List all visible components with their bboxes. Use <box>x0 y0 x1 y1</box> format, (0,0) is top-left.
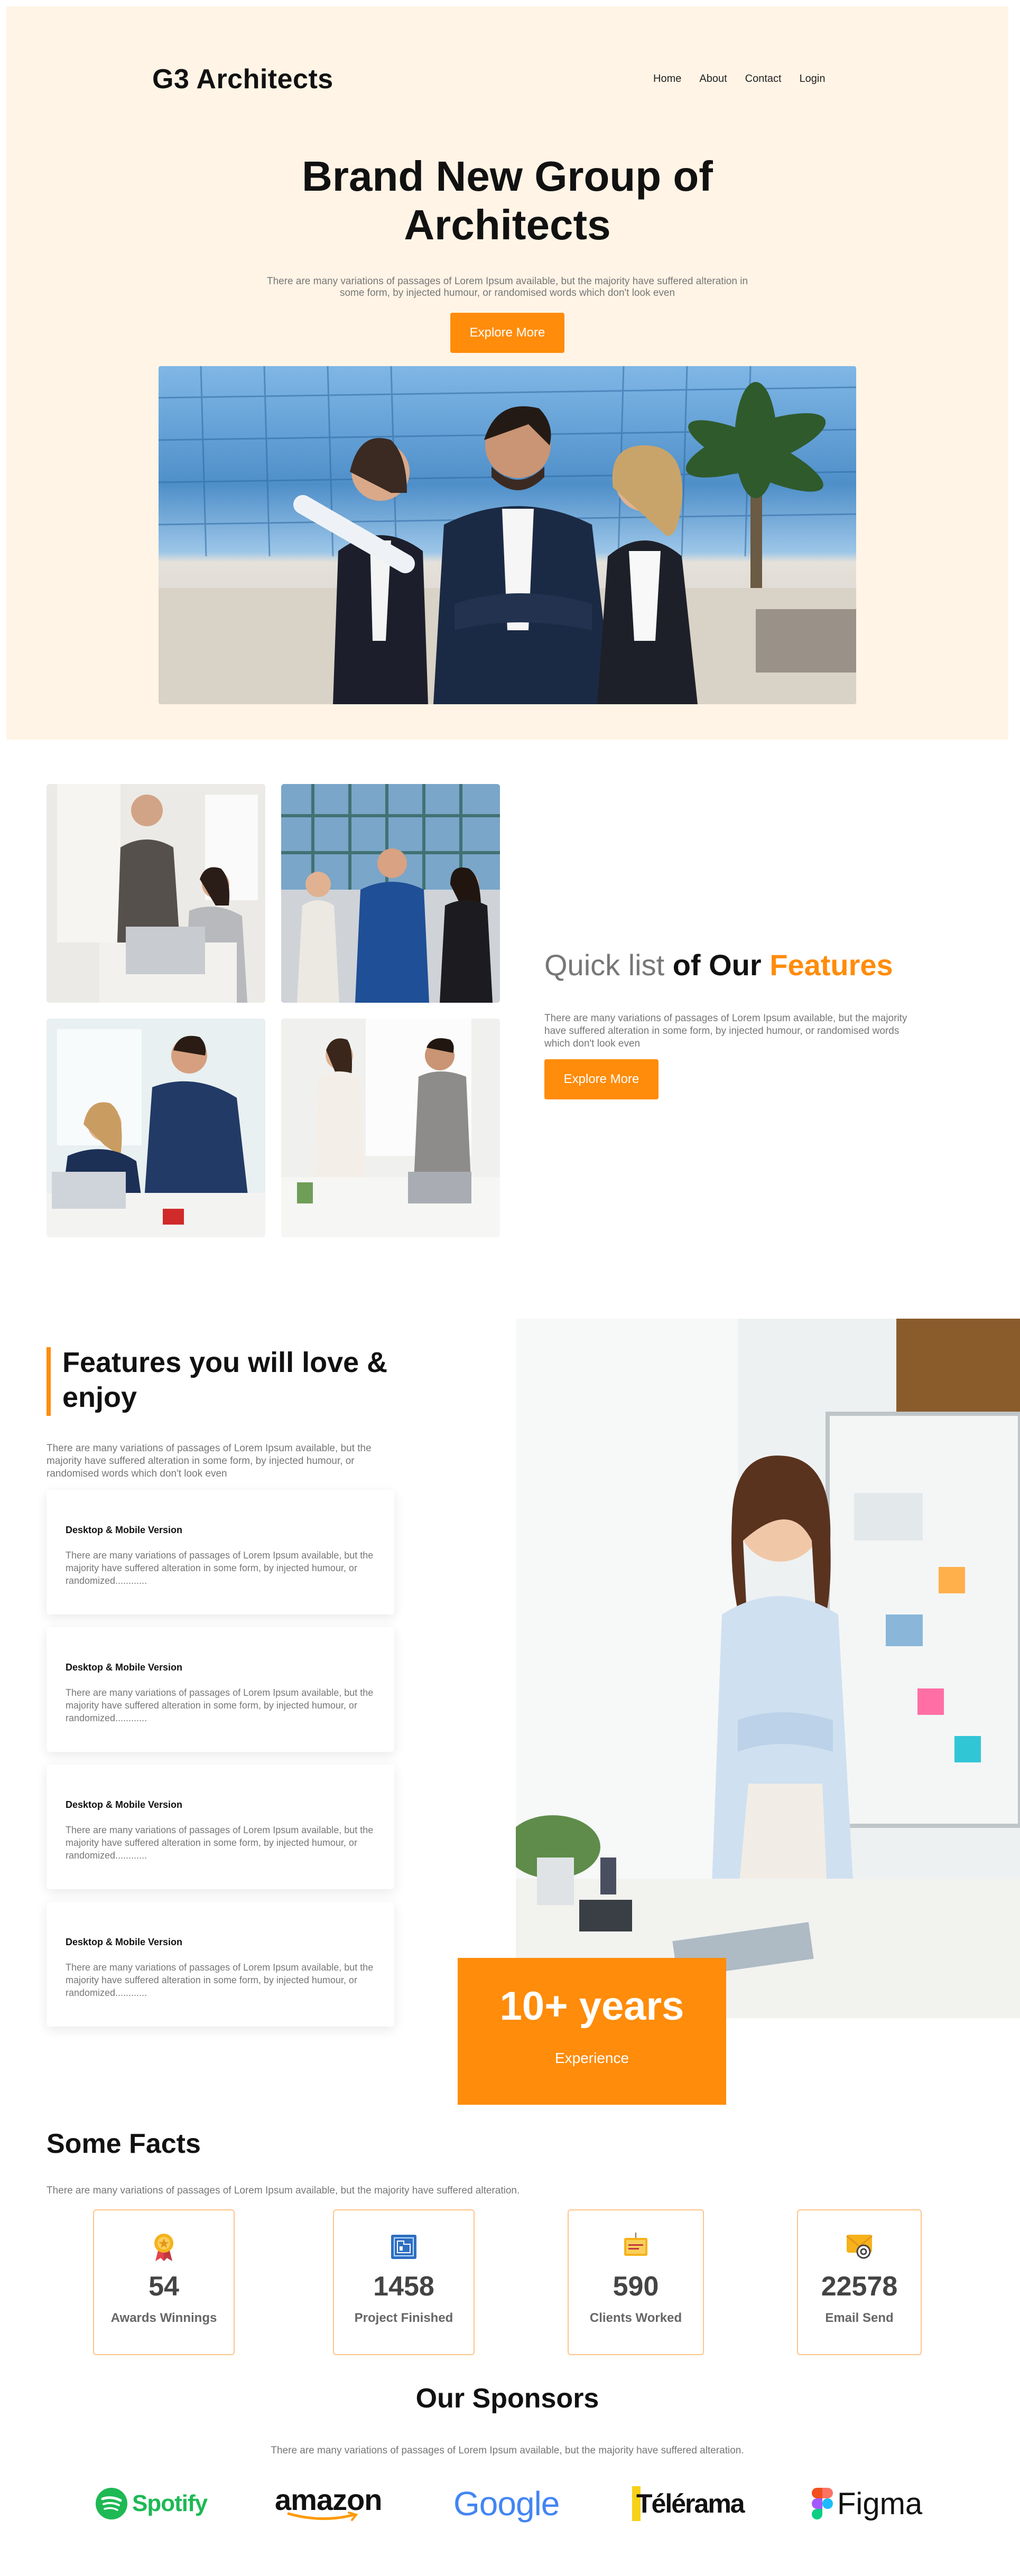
sponsor-name: Spotify <box>132 2490 208 2516</box>
fact-number: 22578 <box>821 2271 898 2302</box>
fact-card-awards: 54 Awards Winnings <box>93 2209 235 2355</box>
feature-card-text: There are many variations of passages of… <box>66 1550 374 1586</box>
feature-card[interactable]: Desktop & Mobile Version There are many … <box>47 1627 394 1752</box>
hero-title-line2: Architects <box>404 201 611 248</box>
facts-title: Some Facts <box>47 2129 201 2159</box>
features-woman-image <box>516 1319 1020 2018</box>
quick-explore-button[interactable]: Explore More <box>544 1059 659 1099</box>
sponsors-subtitle: There are many variations of passages of… <box>271 2445 744 2456</box>
features-subtitle: There are many variations of passages of… <box>47 1443 372 1479</box>
quick-title-part-a: Quick list <box>544 948 673 982</box>
nav-login[interactable]: Login <box>800 73 826 85</box>
quick-list-subtitle: There are many variations of passages of… <box>544 1013 907 1049</box>
amazon-smile-icon <box>287 2512 358 2521</box>
nav-about[interactable]: About <box>699 73 727 85</box>
photo-team-outdoors <box>281 784 500 1003</box>
experience-label: Experience <box>554 2050 629 2066</box>
fact-card-clients: 590 Clients Worked <box>568 2209 704 2355</box>
sponsor-name: Google <box>453 2485 560 2523</box>
sponsor-logo-spotify[interactable]: Spotify <box>95 2480 208 2527</box>
sponsor-logo-figma[interactable]: Figma <box>812 2480 922 2527</box>
feature-card-title: Desktop & Mobile Version <box>66 1525 183 1535</box>
fact-label: Clients Worked <box>589 2311 682 2325</box>
feature-card[interactable]: Desktop & Mobile Version There are many … <box>47 1902 394 2027</box>
brand-logo[interactable]: G3 Architects <box>152 63 333 95</box>
sponsors-title: Our Sponsors <box>415 2383 599 2414</box>
features-title: Features you will love & enjoy <box>62 1347 388 1413</box>
sponsor-name: amazon <box>275 2483 382 2516</box>
feature-card-title: Desktop & Mobile Version <box>66 1662 183 1673</box>
feature-card-text: There are many variations of passages of… <box>66 1687 374 1723</box>
feature-card[interactable]: Desktop & Mobile Version There are many … <box>47 1490 394 1614</box>
email-icon <box>843 2230 875 2262</box>
feature-card-text: There are many variations of passages of… <box>66 1825 374 1861</box>
clients-sign-icon <box>620 2230 652 2262</box>
feature-card[interactable]: Desktop & Mobile Version There are many … <box>47 1765 394 1889</box>
feature-card-text: There are many variations of passages of… <box>66 1962 374 1998</box>
hero-title-line1: Brand New Group of <box>302 153 713 200</box>
quick-list-title: Quick list of Our Features <box>544 948 893 982</box>
facts-subtitle: There are many variations of passages of… <box>47 2185 520 2196</box>
photo-handshake <box>281 1019 500 1237</box>
fact-label: Email Send <box>825 2311 894 2325</box>
fact-label: Project Finished <box>354 2311 453 2325</box>
fact-number: 1458 <box>373 2271 434 2302</box>
photo-meeting-review <box>47 784 265 1003</box>
hero-title: Brand New Group of Architects <box>0 152 1015 249</box>
main-nav: Home About Contact Login <box>653 73 826 85</box>
fact-number: 590 <box>613 2271 659 2302</box>
feature-card-title: Desktop & Mobile Version <box>66 1937 183 1947</box>
feature-card-title: Desktop & Mobile Version <box>66 1799 183 1810</box>
sponsor-logo-amazon[interactable]: amazon <box>275 2480 382 2527</box>
hero-subtitle: There are many variations of passages of… <box>266 276 748 298</box>
hero-team-image <box>159 366 856 704</box>
nav-home[interactable]: Home <box>653 73 681 85</box>
quick-title-part-b: of Our <box>672 948 770 982</box>
award-medal-icon <box>148 2230 180 2262</box>
sponsor-logo-google[interactable]: Google <box>453 2480 560 2527</box>
fact-label: Awards Winnings <box>110 2311 217 2325</box>
features-accent-bar <box>47 1347 51 1416</box>
photo-office-laptop <box>47 1019 265 1237</box>
sponsor-logo-telerama[interactable]: Télérama <box>632 2480 745 2527</box>
quick-title-part-c: Features <box>769 948 893 982</box>
hero-explore-button[interactable]: Explore More <box>450 313 564 353</box>
nav-contact[interactable]: Contact <box>745 73 782 85</box>
fact-number: 54 <box>149 2271 179 2302</box>
sponsor-name: Télérama <box>636 2489 745 2518</box>
spotify-icon <box>96 2488 127 2519</box>
fact-card-email: 22578 Email Send <box>797 2209 922 2355</box>
experience-number: 10+ years <box>499 1984 684 2029</box>
experience-badge: 10+ years Experience <box>458 1958 726 2105</box>
blueprint-icon <box>388 2230 420 2262</box>
fact-card-projects: 1458 Project Finished <box>333 2209 475 2355</box>
sponsor-name: Figma <box>837 2486 923 2521</box>
figma-icon <box>812 2488 833 2519</box>
